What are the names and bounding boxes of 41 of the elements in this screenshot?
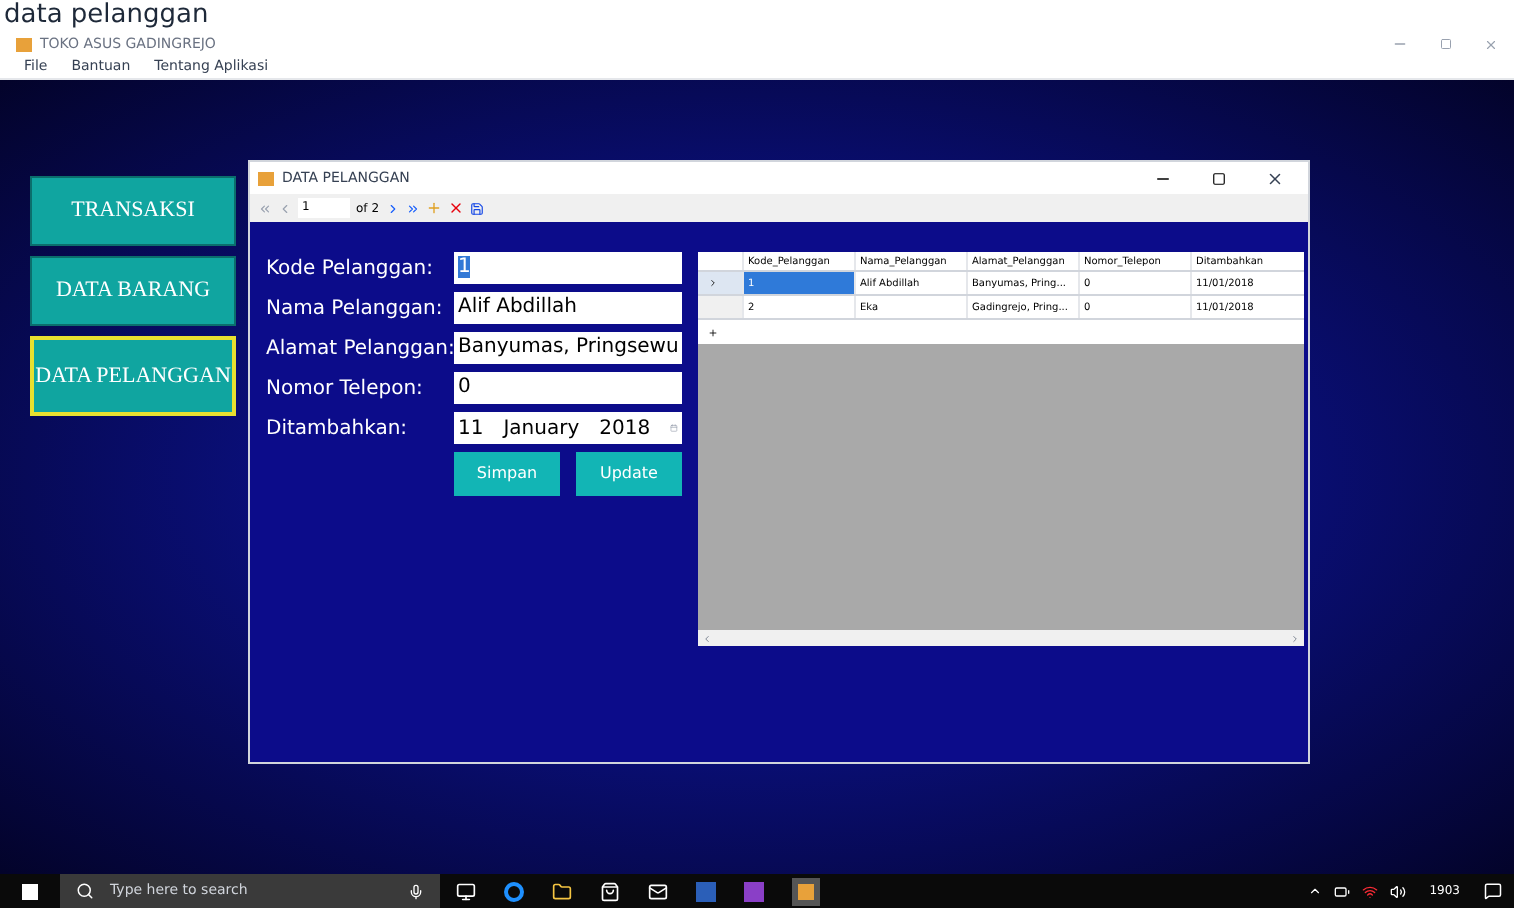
delete-icon[interactable] xyxy=(447,200,464,216)
field-label: Kode Pelanggan: xyxy=(266,255,435,283)
app-taskbar-icon[interactable] xyxy=(792,877,820,905)
text-field[interactable]: Banyumas, Pringsewu xyxy=(454,332,682,364)
new-row-icon xyxy=(708,327,718,337)
field-value: Alif Abdillah xyxy=(458,296,577,318)
page-caption: data pelanggan xyxy=(2,0,211,32)
network-icon[interactable] xyxy=(1361,883,1378,899)
field-label: Alamat Pelanggan: xyxy=(266,335,454,363)
folder-icon[interactable] xyxy=(552,881,572,901)
microphone-icon[interactable] xyxy=(408,883,424,899)
date-picker[interactable]: 11 January 2018 xyxy=(454,412,682,444)
save-icon[interactable] xyxy=(469,201,484,215)
task-view-icon[interactable] xyxy=(456,881,476,901)
store-icon[interactable] xyxy=(600,881,620,901)
field-label: Ditambahkan: xyxy=(266,415,410,443)
notification-icon[interactable] xyxy=(1484,882,1502,900)
current-row-icon xyxy=(708,278,718,289)
mail-icon[interactable] xyxy=(648,881,668,901)
text-field[interactable]: Alif Abdillah xyxy=(454,292,682,324)
restore-icon[interactable] xyxy=(1440,38,1452,50)
date-month: January xyxy=(503,415,580,443)
app-icon xyxy=(16,37,32,51)
field-label: Nomor Telepon: xyxy=(266,375,425,403)
maximize-icon[interactable] xyxy=(1212,171,1226,185)
field-value: 1 xyxy=(458,256,471,278)
field-value: 0 xyxy=(458,376,471,398)
tray-expand-icon[interactable] xyxy=(1307,884,1322,898)
last-icon[interactable] xyxy=(405,201,420,215)
field-label: Nama Pelanggan: xyxy=(266,295,445,323)
volume-icon[interactable] xyxy=(1389,883,1406,899)
search-icon xyxy=(76,882,94,900)
date-year: 2018 xyxy=(599,415,651,443)
next-icon[interactable] xyxy=(385,201,400,215)
field-value: Banyumas, Pringsewu xyxy=(458,336,679,358)
text-field[interactable]: 1 xyxy=(454,252,682,284)
window-icon xyxy=(258,171,274,185)
text-field[interactable]: 0 xyxy=(454,372,682,404)
date-day: 11 xyxy=(458,413,484,443)
battery-icon[interactable] xyxy=(1333,883,1350,899)
close-icon[interactable] xyxy=(1266,169,1284,187)
